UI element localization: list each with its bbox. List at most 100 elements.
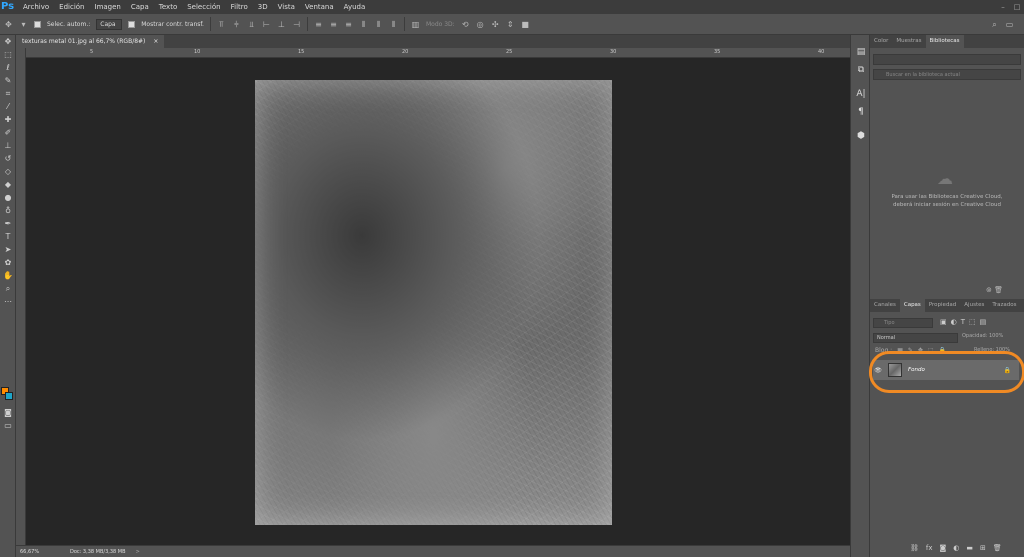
path-select-tool-icon[interactable]: ➤ [0,243,16,256]
vertical-ruler[interactable] [16,48,26,545]
menu-3d[interactable]: 3D [253,0,273,14]
align-vcenter-icon[interactable]: ⫩ [232,20,241,29]
dodge-tool-icon[interactable]: ♁ [0,204,16,217]
zoom-tool-icon[interactable]: ⌕ [0,282,16,295]
menu-vista[interactable]: Vista [273,0,300,14]
new-group-icon[interactable]: ▬ [966,544,973,552]
shape-filter-icon[interactable]: ⬚ [969,318,976,326]
show-transform-checkbox[interactable] [128,20,136,28]
tab-properties[interactable]: Propiedad [925,299,960,312]
menu-capa[interactable]: Capa [126,0,154,14]
canvas-area[interactable] [26,58,850,545]
blur-tool-icon[interactable]: ● [0,191,16,204]
background-color-swatch[interactable] [5,392,13,400]
3d-panel-icon[interactable]: ⬢ [851,127,871,145]
distribute-bottom-icon[interactable]: ≡ [344,20,353,29]
clone-stamp-tool-icon[interactable]: ⊥ [0,139,16,152]
align-right-icon[interactable]: ⊣ [292,20,301,29]
crop-tool-icon[interactable]: ⌗ [0,87,16,100]
paint-bucket-tool-icon[interactable]: ◆ [0,178,16,191]
sync-icon[interactable]: ⊚ [986,286,992,294]
move-tool-icon[interactable]: ✥ [4,20,13,29]
brush-tool-icon[interactable]: ✐ [0,126,16,139]
tab-libraries[interactable]: Bibliotecas [925,35,964,48]
scale-3d-icon[interactable]: ■ [521,20,530,29]
menu-texto[interactable]: Texto [154,0,182,14]
tab-layers[interactable]: Capas [899,299,925,312]
metal-texture-image[interactable] [255,80,612,525]
blend-mode-select[interactable]: Normal [873,333,958,343]
hand-tool-icon[interactable]: ✋ [0,269,16,282]
layer-filter-input[interactable]: Tipo [873,318,933,328]
tab-adjustments[interactable]: Ajustes [960,299,988,312]
trash-icon[interactable]: 🗑 [993,544,1002,552]
eyedropper-tool-icon[interactable]: ⁄ [0,100,16,113]
status-menu-arrow[interactable]: > [136,549,140,555]
lasso-tool-icon[interactable]: ℓ [0,61,16,74]
fx-icon[interactable]: fx [926,544,933,552]
maximize-icon[interactable]: □ [1010,3,1024,11]
auto-select-checkbox[interactable] [34,20,41,28]
pen-tool-icon[interactable]: ✒ [0,217,16,230]
healing-brush-tool-icon[interactable]: ✚ [0,113,16,126]
marquee-tool-icon[interactable]: ⬚ [0,48,16,61]
menu-imagen[interactable]: Imagen [90,0,126,14]
tab-paths[interactable]: Trazados [988,299,1020,312]
tab-swatches[interactable]: Muestras [892,35,925,48]
screen-mode-icon[interactable]: ▭ [0,419,16,432]
rotate-3d-icon[interactable]: ⟲ [461,20,470,29]
character-panel-icon[interactable]: A| [851,85,871,103]
add-mask-icon[interactable]: ◙ [940,544,947,552]
menu-ventana[interactable]: Ventana [300,0,339,14]
close-icon[interactable]: × [153,35,158,48]
move-tool-icon[interactable]: ✥ [0,35,16,48]
quick-select-tool-icon[interactable]: ✎ [0,74,16,87]
align-bottom-icon[interactable]: ⫫ [247,20,256,29]
library-dropdown[interactable] [873,54,1021,65]
align-hcenter-icon[interactable]: ⊥ [277,20,286,29]
pan-3d-icon[interactable]: ✣ [491,20,500,29]
slide-3d-icon[interactable]: ⇕ [506,20,515,29]
quick-mask-icon[interactable]: ◙ [0,406,16,419]
workspace-icon[interactable]: ▭ [1005,20,1014,29]
history-brush-tool-icon[interactable]: ↺ [0,152,16,165]
layer-comps-icon[interactable]: ⧉ [851,61,871,79]
auto-select-dropdown[interactable]: Capa [96,18,123,30]
distribute-left-icon[interactable]: ⦀ [359,20,368,29]
minimize-icon[interactable]: – [996,3,1010,11]
document-tab[interactable]: texturas metal 01.jpg al 66,7% (RGB/8#) … [16,35,165,48]
distribute-right-icon[interactable]: ⦀ [389,20,398,29]
layer-row-background[interactable]: 👁 Fondo 🔒 [869,351,1024,393]
auto-align-icon[interactable]: ▥ [411,20,420,29]
menu-ayuda[interactable]: Ayuda [339,0,371,14]
tab-channels[interactable]: Canales [870,299,900,312]
pixel-filter-icon[interactable]: ▣ [940,318,947,326]
distribute-top-icon[interactable]: ≡ [314,20,323,29]
horizontal-ruler[interactable]: 5 10 15 20 25 30 35 40 [26,48,850,58]
library-search-input[interactable]: Buscar en la biblioteca actual [873,69,1021,80]
align-left-icon[interactable]: ⊢ [262,20,271,29]
eraser-tool-icon[interactable]: ◇ [0,165,16,178]
menu-filtro[interactable]: Filtro [226,0,253,14]
distribute-hcenter-icon[interactable]: ⦀ [374,20,383,29]
adjustment-filter-icon[interactable]: ◐ [951,318,957,326]
paragraph-panel-icon[interactable]: ¶ [851,103,871,121]
shape-tool-icon[interactable]: ✿ [0,256,16,269]
smart-object-filter-icon[interactable]: ▤ [980,318,987,326]
history-panel-icon[interactable]: ▤ [851,43,871,61]
menu-edicion[interactable]: Edición [54,0,89,14]
type-filter-icon[interactable]: T [961,318,965,326]
roll-3d-icon[interactable]: ◎ [476,20,485,29]
align-top-icon[interactable]: ⫪ [217,20,226,29]
chevron-down-icon[interactable]: ▾ [19,20,28,29]
menu-seleccion[interactable]: Selección [182,0,225,14]
link-layers-icon[interactable]: ⛓ [910,544,919,552]
menu-archivo[interactable]: Archivo [18,0,54,14]
distribute-vcenter-icon[interactable]: ≡ [329,20,338,29]
tab-color[interactable]: Color [870,35,892,48]
zoom-level[interactable]: 66,67% [16,549,56,555]
new-layer-icon[interactable]: ⊞ [980,544,986,552]
trash-icon[interactable]: 🗑 [994,286,1003,294]
adjustment-layer-icon[interactable]: ◐ [953,544,959,552]
opacity-field[interactable]: Opacidad: 100% [962,333,1003,339]
